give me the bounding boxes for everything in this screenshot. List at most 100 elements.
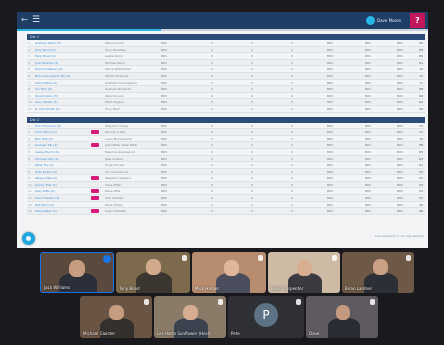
participant-name: Michael Glaister [83,331,116,336]
player-name-link[interactable]: Carol Wilde (1) [35,80,87,86]
table-row[interactable]: 8 Ian Trim (2) Graham Richards BRS 0 0 0 BRS BRS… [27,86,425,93]
table-row[interactable]: 1 Graham Ward (3) Pete Ground BRS 0 0 0 BRS BRS B… [27,40,425,47]
table-row[interactable]: 7 Peter Fry (3) Hugh Forrest BRS 0 0 0 BRS BRS BR… [27,162,425,169]
table-row[interactable]: 7 Carol Wilde (1) Graham Cunningham BRS 0 0 0 B… [27,80,425,87]
participant-tile[interactable]: Michael Glaister [80,296,152,338]
total-score: 61 [419,163,423,168]
total-score: 86 [419,54,423,59]
player-name-link[interactable]: Ross Evans (4) [35,169,87,175]
table-row[interactable]: 13 Rob Sims (3) Dave Simpy BRS 0 0 0 BRS BRS BRS 4… [27,202,425,209]
player-name-link[interactable]: John Sharpe (2) [35,60,87,66]
table-row[interactable]: 11 D. Kirk-Smith (1) Tony Field BRS 0 0 0 BRS BR… [27,106,425,113]
player-name-link[interactable]: Stuart Allen (3) [35,93,87,99]
table-row[interactable]: 10 Gary Waller (1) Mark Dayton BRS 0 0 0 BRS BRS… [27,99,425,106]
player-name-link[interactable]: Mick Hurst (1) [35,53,87,59]
score-cell: BRS [327,176,334,181]
score-cell: 0 [291,80,293,85]
partner-name: Clive Miller [105,182,122,187]
table-row[interactable]: 9 Stuart Allen (3) Pete Ground BRS 0 0 0 BRS BRS… [27,93,425,100]
table-row[interactable]: 1 Tom Thomson (2) Stephen Hodge BRS 0 0 0 BRS BR… [27,123,425,130]
score-cell: BRS [161,54,168,59]
score-cell: BRS [327,169,334,174]
table-row[interactable]: 6 Michael Day (2) Jake Carlton BRS 0 0 0 BRS BRS… [27,155,425,163]
table-row[interactable]: 3 Mick Hurst (1) Leslie Perrin BRS 0 0 0 BRS BRS… [27,53,425,60]
score-cell: BRS [327,123,334,128]
score-cell: BRS [327,189,334,194]
score-cell: BRS [327,209,334,214]
app-topbar: ← ☰ Dave Moore ? [17,12,428,29]
player-name-link[interactable]: Andrew Tull (1) [35,142,87,148]
back-arrow-icon[interactable]: ← [21,15,31,25]
participant-tile[interactable]: Brian Lardner [342,252,414,293]
score-cell: BRS [397,149,404,154]
partner-name: Graham Cunningham [105,80,138,85]
score-cell: 0 [211,80,213,85]
player-name-link[interactable]: Sam Chester (4) [35,195,87,201]
participant-tile[interactable]: Jack Williams [40,252,114,293]
player-name-link[interactable]: Gary Waller (1) [35,99,87,105]
table-row[interactable]: 4 John Sharpe (2) Michael Perry BRS 0 0 0 BRS BR… [27,59,425,67]
hamburger-menu-icon[interactable]: ☰ [32,15,42,25]
player-name-link[interactable]: Lesley Burnt (4) [35,149,87,155]
table-row[interactable]: 3 Ben Hall (2) Louis McClements BRS 0 0 0 BRS BR… [27,136,425,143]
table-row[interactable]: 14 Steve Bear (1) Sean Hollister BRS 0 0 0 BRS B… [27,208,425,215]
participant-tile[interactable]: Dave [306,296,378,338]
player-name-link[interactable]: Steve Bear (1) [35,208,87,214]
total-score: 68 [419,87,423,92]
score-cell: BRS [365,202,372,207]
user-account[interactable]: Dave Moore [366,16,401,25]
player-name-link[interactable]: Peter Fry (3) [35,162,87,168]
participant-name: Tony Bond [119,286,140,291]
score-cell: 0 [291,163,293,168]
table-row[interactable]: 4 Andrew Tull (1) John Miller (Kiwi Wild) B… [27,142,425,149]
player-name-link[interactable]: Graham Ward (3) [35,40,87,46]
score-cell: BRS [365,100,372,105]
table-row[interactable]: 12 Sam Chester (4) Tom Chester BRS 0 0 0 BRS BRS… [27,195,425,202]
player-name-link[interactable]: D. Kirk-Smith (1) [35,106,87,112]
participant-tile[interactable]: P Pete [228,296,304,338]
player-name-link[interactable]: Tom Thomson (2) [35,123,87,129]
player-name-link[interactable]: Michael Day (2) [35,156,87,162]
score-cell: BRS [327,106,334,111]
table-row[interactable]: 8 Ross Evans (4) Ian Greenwood BRS 0 0 0 BRS BRS… [27,168,425,176]
player-name-link[interactable]: Gary Pitts (2) [35,188,87,194]
player-name-link[interactable]: Jimmy Trist (1) [35,182,87,188]
table-row[interactable]: 5 Lesley Burnt (4) Maurice Greenwood BRS 0 0 0… [27,149,425,156]
table-row[interactable]: 9 Wayne Pike (2) Stephen Hawkins BRS 0 0 0 BRS B… [27,175,425,182]
help-button[interactable]: ? [410,13,425,28]
player-name-link[interactable]: Tony Bond (4) [35,47,87,53]
table-row[interactable]: 11 Gary Pitts (2) Dave Pitts BRS 0 0 0 BRS BRS BR… [27,188,425,196]
partner-name: Tom Chester [105,196,124,201]
partner-name: Louis McClements [105,136,133,141]
row-rank: 1 [28,41,30,45]
player-name-link[interactable]: Colin Wood (1) [35,129,87,135]
player-name-link[interactable]: David Gildener (4) [35,66,87,72]
score-cell: BRS [365,176,372,181]
score-cell: BRS [327,196,334,201]
table-row[interactable]: 6 Bill Cunningham (P) (3) Martin Richards B… [27,72,425,80]
total-score: 88 [419,47,423,52]
participant-face [109,305,124,320]
score-cell: BRS [365,47,372,52]
player-name-link[interactable]: Rob Sims (3) [35,202,87,208]
player-name-link[interactable]: Ben Hall (2) [35,136,87,142]
table-row[interactable]: 2 Colin Wood (1) Dennis Crabb BRS 0 0 0 BRS BRS B… [27,129,425,136]
participant-tile[interactable]: Mick Harper [192,252,266,293]
score-cell: BRS [327,182,334,187]
table-row[interactable]: 2 Tony Bond (4) Tony Broadley BRS 0 0 0 BRS BRS B… [27,46,425,54]
score-cell: BRS [365,60,372,65]
score-cell: 0 [251,163,253,168]
participant-tile[interactable]: Kevin Carpenter [268,252,340,293]
total-score: 68 [419,143,423,148]
player-name-link[interactable]: Wayne Pike (2) [35,175,87,181]
floating-action-button[interactable] [22,232,35,245]
table-row[interactable]: 5 David Gildener (4) Steve Whitehead BRS 0 0 0… [27,66,425,73]
participant-face [183,305,198,320]
participant-tile[interactable]: Les Harte Sunflower (Host) [154,296,226,338]
player-name-link[interactable]: Ian Trim (2) [35,86,87,92]
table-row[interactable]: 10 Jimmy Trist (1) Clive Miller BRS 0 0 0 BRS BR… [27,181,425,189]
player-name-link[interactable]: Bill Cunningham (P) (3) [35,73,87,79]
score-cell: BRS [161,100,168,105]
score-cell: BRS [365,80,372,85]
participant-tile[interactable]: Tony Bond [116,252,190,293]
